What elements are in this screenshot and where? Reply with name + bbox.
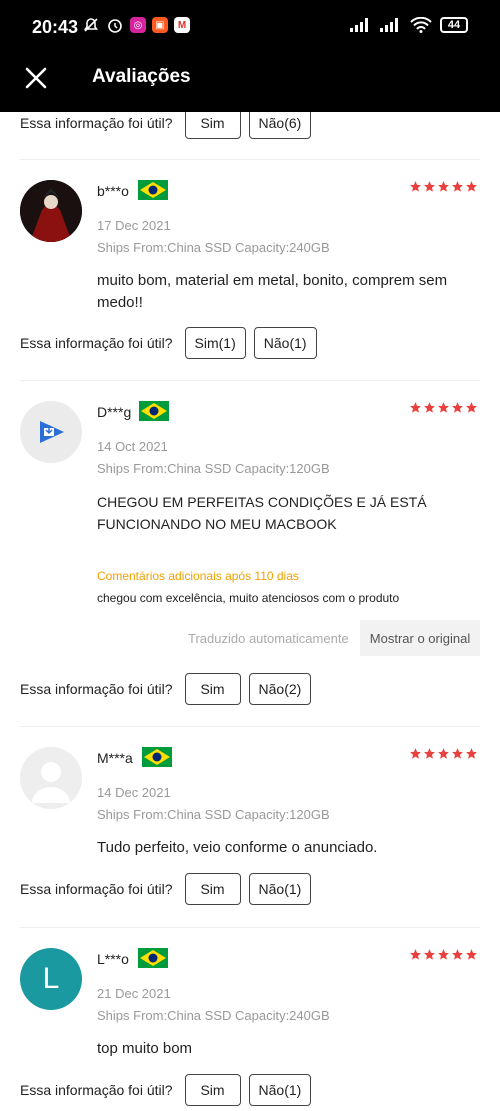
yes-button[interactable]: Sim	[184, 673, 241, 705]
no-button[interactable]: Não(2)	[248, 673, 312, 705]
star-icon	[410, 748, 421, 759]
star-icon	[438, 181, 449, 192]
helpful-row: Essa informação foi útil? Sim(1) Não(1)	[20, 327, 317, 359]
status-time: 20:43	[32, 17, 79, 37]
reviewer-name: L***o	[97, 951, 129, 967]
instagram-icon: ◎	[130, 17, 146, 33]
brazil-flag-icon	[139, 401, 169, 421]
review-text: CHEGOU EM PERFEITAS CONDIÇÕES E JÁ ESTÁ …	[97, 494, 427, 532]
star-icon	[452, 402, 463, 413]
brazil-flag-icon	[138, 180, 168, 200]
review-date: 17 Dec 2021	[97, 218, 171, 233]
review-date: 14 Oct 2021	[97, 439, 168, 454]
brazil-flag-icon	[138, 948, 168, 968]
review-text: muito bom, material em metal, bonito, co…	[97, 272, 448, 311]
wifi-icon	[410, 17, 432, 33]
star-icon	[466, 181, 477, 192]
star-icon	[410, 402, 421, 413]
helpful-label: Essa informação foi útil?	[20, 681, 173, 697]
star-icon	[452, 748, 463, 759]
review-date: 21 Dec 2021	[97, 986, 171, 1001]
rating-stars	[409, 401, 478, 414]
review-specs: Ships From:China SSD Capacity:240GB	[97, 1008, 330, 1023]
star-icon	[438, 949, 449, 960]
divider	[20, 927, 480, 928]
yes-button[interactable]: Sim(1)	[184, 327, 246, 359]
reviewer-name: D***g	[97, 404, 132, 420]
avatar	[20, 747, 82, 809]
rating-stars	[409, 948, 478, 961]
avatar	[20, 401, 82, 463]
star-icon	[466, 949, 477, 960]
avatar	[20, 180, 82, 242]
review-specs: Ships From:China SSD Capacity:240GB	[97, 240, 330, 255]
review-specs: Ships From:China SSD Capacity:120GB	[97, 461, 330, 476]
star-icon	[452, 949, 463, 960]
review-specs: Ships From:China SSD Capacity:120GB	[97, 807, 330, 822]
star-icon	[424, 748, 435, 759]
signal-icon	[350, 18, 368, 32]
page-title: Avaliações	[92, 66, 191, 87]
rating-stars	[409, 747, 478, 760]
star-icon	[466, 748, 477, 759]
helpful-row: Essa informação foi útil? Sim Não(2)	[20, 673, 312, 705]
auto-translated-label: Traduzido automaticamente	[188, 631, 349, 646]
additional-comments-label: Comentários adicionais após 110 dias	[97, 569, 299, 583]
additional-comments-text: chegou com excelência, muito atenciosos …	[97, 591, 400, 605]
signal-icon	[380, 18, 398, 32]
review-date: 14 Dec 2021	[97, 785, 171, 800]
avatar-letter: L	[42, 962, 60, 995]
battery-icon: 44	[440, 17, 468, 33]
divider	[20, 726, 480, 727]
alarm-icon	[108, 19, 122, 33]
no-button[interactable]: Não(1)	[248, 1074, 312, 1106]
helpful-row: Essa informação foi útil? Sim Não(1)	[20, 1074, 312, 1106]
star-icon	[410, 949, 421, 960]
status-right-icons: 44	[350, 17, 468, 33]
rating-stars	[409, 180, 478, 193]
star-icon	[410, 181, 421, 192]
star-icon	[452, 181, 463, 192]
avatar: L	[20, 948, 82, 1010]
gmail-icon: M	[174, 17, 190, 33]
helpful-row: Essa informação foi útil? Sim Não(1)	[20, 873, 312, 905]
yes-button[interactable]: Sim	[184, 873, 241, 905]
star-icon	[438, 402, 449, 413]
divider	[20, 159, 480, 160]
reviewer-name: M***a	[97, 750, 133, 766]
helpful-label: Essa informação foi útil?	[20, 335, 173, 351]
show-original-button[interactable]: Mostrar o original	[360, 620, 480, 656]
star-icon	[424, 181, 435, 192]
no-button[interactable]: Não(1)	[253, 327, 317, 359]
helpful-label: Essa informação foi útil?	[20, 1082, 173, 1098]
close-icon[interactable]	[24, 66, 48, 90]
star-icon	[438, 748, 449, 759]
no-button[interactable]: Não(1)	[248, 873, 312, 905]
helpful-label: Essa informação foi útil?	[20, 881, 173, 897]
yes-button[interactable]: Sim	[184, 1074, 241, 1106]
mute-icon	[83, 18, 99, 32]
star-icon	[424, 402, 435, 413]
star-icon	[466, 402, 477, 413]
brazil-flag-icon	[142, 747, 172, 767]
review-text: Tudo perfeito, veio conforme o anunciado…	[97, 839, 378, 856]
reviewer-name: b***o	[97, 183, 129, 199]
review-text: top muito bom	[97, 1040, 193, 1057]
status-left-icons: ◎ ▣ M	[82, 16, 190, 34]
top-bar: 20:43 ◎ ▣ M 44 Avaliações	[0, 0, 500, 112]
helpful-label: Essa informação foi útil?	[20, 115, 173, 131]
star-icon	[424, 949, 435, 960]
shop-icon: ▣	[152, 17, 168, 33]
divider	[20, 380, 480, 381]
